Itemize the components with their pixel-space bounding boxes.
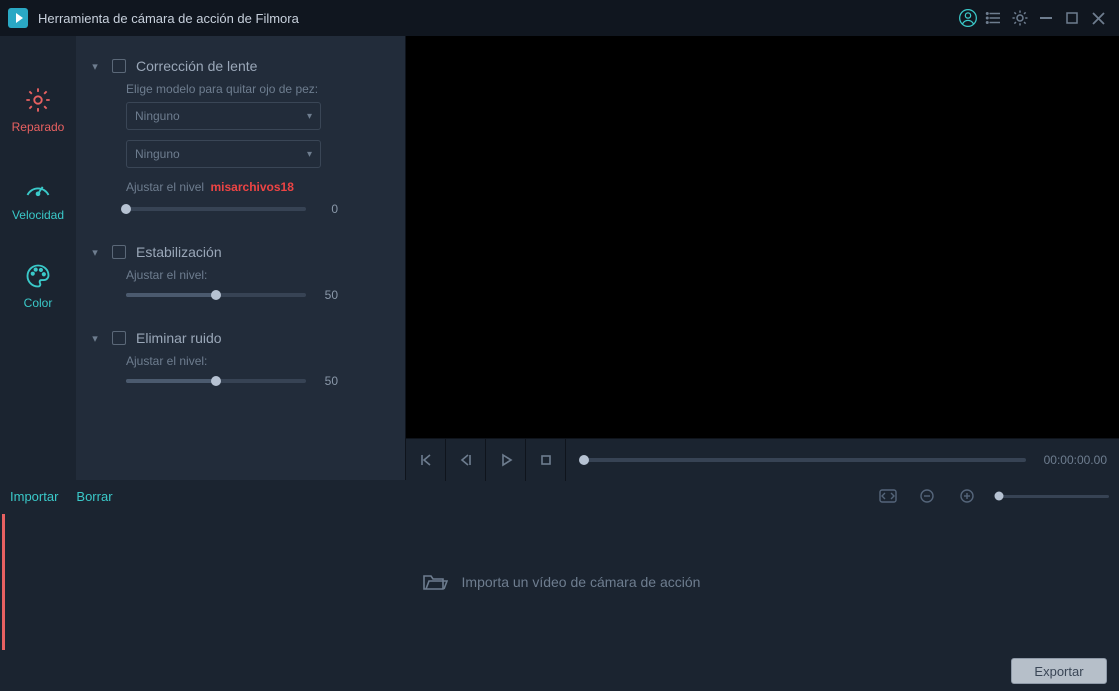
stab-level-slider[interactable] <box>126 293 306 297</box>
left-rail: Reparado Velocidad Color <box>0 36 76 480</box>
zoom-out-button[interactable] <box>919 488 941 504</box>
footer: Exportar <box>0 651 1119 691</box>
denoise-checkbox[interactable] <box>112 331 126 345</box>
brightness-button[interactable] <box>1007 5 1033 31</box>
lens-model-select[interactable]: Ninguno ▾ <box>126 102 321 130</box>
lens-checkbox[interactable] <box>112 59 126 73</box>
stop-button[interactable] <box>526 439 566 481</box>
preview-column: 00:00:00.00 <box>406 36 1119 480</box>
delete-link[interactable]: Borrar <box>76 489 112 504</box>
titlebar: Herramienta de cámara de acción de Filmo… <box>0 0 1119 36</box>
chevron-down-icon[interactable]: ▾ <box>88 60 102 73</box>
watermark-text: misarchivos18 <box>211 180 294 194</box>
rail-label-reparado: Reparado <box>12 120 65 134</box>
section-denoise: ▾ Eliminar ruido Ajustar el nivel: 50 <box>88 330 387 388</box>
fit-zoom-button[interactable] <box>879 489 901 503</box>
section-lens: ▾ Corrección de lente Elige modelo para … <box>88 58 387 216</box>
lens-profile-value: Ninguno <box>135 147 180 161</box>
gear-icon <box>24 86 52 114</box>
stab-level-value: 50 <box>318 288 338 302</box>
lens-model-value: Ninguno <box>135 109 180 123</box>
rail-item-color[interactable]: Color <box>24 262 53 310</box>
lens-level-value: 0 <box>318 202 338 216</box>
window-maximize-button[interactable] <box>1059 5 1085 31</box>
app-logo-icon <box>8 8 28 28</box>
chevron-down-icon: ▾ <box>307 111 312 122</box>
timecode: 00:00:00.00 <box>1044 453 1107 467</box>
menu-list-button[interactable] <box>981 5 1007 31</box>
lens-profile-select[interactable]: Ninguno ▾ <box>126 140 321 168</box>
palette-icon <box>24 262 52 290</box>
settings-panel: ▾ Corrección de lente Elige modelo para … <box>76 36 406 480</box>
export-button[interactable]: Exportar <box>1011 658 1107 684</box>
folder-open-icon <box>422 572 448 592</box>
stab-checkbox[interactable] <box>112 245 126 259</box>
lens-level-label: Ajustar el nivel <box>126 180 204 194</box>
denoise-level-label: Ajustar el nivel: <box>126 354 387 368</box>
export-button-label: Exportar <box>1034 664 1083 679</box>
denoise-level-value: 50 <box>318 374 338 388</box>
lens-hint: Elige modelo para quitar ojo de pez: <box>126 82 387 96</box>
chevron-down-icon[interactable]: ▾ <box>88 332 102 345</box>
section-stab: ▾ Estabilización Ajustar el nivel: 50 <box>88 244 387 302</box>
rail-item-velocidad[interactable]: Velocidad <box>12 174 64 222</box>
goto-start-button[interactable] <box>406 439 446 481</box>
timeline-drop-area[interactable]: Importa un vídeo de cámara de acción <box>2 514 1117 650</box>
timeline-prompt: Importa un vídeo de cámara de acción <box>462 574 701 590</box>
zoom-slider[interactable] <box>999 495 1109 498</box>
account-button[interactable] <box>955 5 981 31</box>
transport-bar: 00:00:00.00 <box>406 438 1119 480</box>
rail-item-reparado[interactable]: Reparado <box>12 86 65 134</box>
chevron-down-icon: ▾ <box>307 149 312 160</box>
window-title: Herramienta de cámara de acción de Filmo… <box>38 11 299 26</box>
denoise-title: Eliminar ruido <box>136 330 222 346</box>
speedometer-icon <box>24 174 52 202</box>
window-minimize-button[interactable] <box>1033 5 1059 31</box>
import-link[interactable]: Importar <box>10 489 58 504</box>
stab-level-label: Ajustar el nivel: <box>126 268 387 282</box>
video-preview <box>406 36 1119 438</box>
zoom-in-button[interactable] <box>959 488 981 504</box>
seek-slider[interactable] <box>584 458 1026 462</box>
lens-level-slider[interactable] <box>126 207 306 211</box>
rail-label-color: Color <box>24 296 53 310</box>
window-close-button[interactable] <box>1085 5 1111 31</box>
denoise-level-slider[interactable] <box>126 379 306 383</box>
timeline-toolbar: Importar Borrar <box>0 480 1119 512</box>
stab-title: Estabilización <box>136 244 222 260</box>
prev-frame-button[interactable] <box>446 439 486 481</box>
play-button[interactable] <box>486 439 526 481</box>
lens-title: Corrección de lente <box>136 58 257 74</box>
chevron-down-icon[interactable]: ▾ <box>88 246 102 259</box>
rail-label-velocidad: Velocidad <box>12 208 64 222</box>
